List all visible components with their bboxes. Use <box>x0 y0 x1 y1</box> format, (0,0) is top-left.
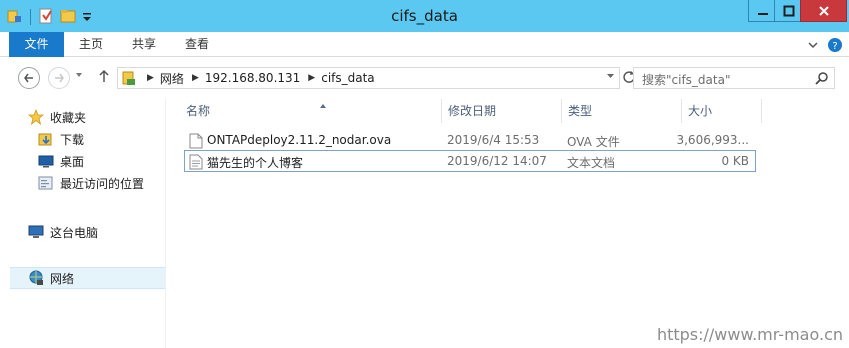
chevron-right-icon[interactable]: ▶ <box>147 73 154 83</box>
arrow-up-icon <box>99 69 109 82</box>
file-type: OVA 文件 <box>567 135 620 149</box>
recent-places-icon <box>38 175 54 191</box>
close-icon <box>818 5 829 16</box>
address-bar[interactable]: ▶ 网络 ▶ 192.168.80.131 ▶ cifs_data <box>117 67 620 89</box>
sidebar-item-desktop[interactable]: 桌面 <box>38 150 165 172</box>
quick-access-toolbar <box>6 6 93 28</box>
file-name: 猫先生的个人博客 <box>207 156 304 170</box>
close-button[interactable] <box>800 0 847 22</box>
sidebar-item-network[interactable]: 网络 <box>10 267 165 289</box>
properties-icon[interactable] <box>37 7 55 28</box>
maximize-icon <box>783 5 795 16</box>
expand-ribbon-icon[interactable] <box>807 39 819 54</box>
chevron-down-icon <box>607 74 614 78</box>
tab-share[interactable]: 共享 <box>121 32 167 57</box>
sidebar-item-label: 收藏夹 <box>50 110 87 125</box>
watermark: https://www.mr-mao.cn <box>656 325 843 344</box>
network-icon <box>28 270 44 286</box>
column-header-type[interactable]: 类型 <box>562 99 682 123</box>
column-header-label: 名称 <box>186 104 211 118</box>
address-history-dropdown[interactable] <box>606 71 615 83</box>
chevron-down-icon <box>76 73 82 77</box>
breadcrumb-host[interactable]: 192.168.80.131 <box>205 71 300 85</box>
title-bar: cifs_data <box>0 0 849 32</box>
sidebar-item-favorites[interactable]: 收藏夹 <box>28 106 165 128</box>
table-row[interactable]: 猫先生的个人博客 2019/6/12 14:07 文本文档 0 KB <box>184 150 756 172</box>
back-button[interactable] <box>18 67 40 89</box>
column-header-date[interactable]: 修改日期 <box>442 99 562 123</box>
recent-locations-dropdown[interactable] <box>75 71 83 81</box>
search-placeholder: 搜索"cifs_data" <box>642 73 731 87</box>
sidebar-item-label: 网络 <box>50 271 75 286</box>
column-header-label: 类型 <box>568 104 593 118</box>
search-input[interactable]: 搜索"cifs_data" <box>633 67 835 89</box>
up-button[interactable] <box>98 69 110 87</box>
sidebar-item-downloads[interactable]: 下载 <box>38 128 165 150</box>
sidebar-item-label: 桌面 <box>60 154 85 169</box>
chevron-right-icon[interactable]: ▶ <box>308 73 315 83</box>
download-folder-icon <box>38 131 54 147</box>
ribbon-tabs: 文件 主页 共享 查看 ? <box>0 32 849 57</box>
folder-properties-icon[interactable] <box>6 7 24 28</box>
sort-ascending-icon <box>319 95 327 119</box>
new-folder-icon[interactable] <box>59 7 77 28</box>
arrow-right-icon <box>55 73 64 83</box>
breadcrumb-network[interactable]: 网络 <box>160 70 184 87</box>
file-size: 3,606,993... <box>676 133 749 147</box>
tab-home[interactable]: 主页 <box>68 32 114 57</box>
sidebar-item-label: 这台电脑 <box>50 225 99 240</box>
svg-text:?: ? <box>832 41 837 52</box>
column-header-label: 修改日期 <box>448 104 497 118</box>
chevron-right-icon[interactable]: ▶ <box>192 73 199 83</box>
file-size: 0 KB <box>721 154 749 168</box>
help-icon[interactable]: ? <box>827 37 843 56</box>
file-name: ONTAPdeploy2.11.2_nodar.ova <box>207 133 392 147</box>
network-location-icon <box>121 69 139 87</box>
computer-icon <box>28 224 44 240</box>
sidebar-item-this-pc[interactable]: 这台电脑 <box>28 221 165 243</box>
arrow-left-icon <box>24 73 33 83</box>
file-date: 2019/6/4 15:53 <box>447 133 540 147</box>
navigation-pane: 收藏夹 下载 桌面 最近访问的位置 这台电脑 网络 <box>0 99 165 348</box>
window-title: cifs_data <box>391 7 458 25</box>
tab-view[interactable]: 查看 <box>174 32 220 57</box>
forward-button[interactable] <box>48 67 70 89</box>
customize-qat-icon[interactable] <box>81 7 93 28</box>
sidebar-item-label: 下载 <box>60 132 85 147</box>
column-header-label: 大小 <box>688 104 713 118</box>
text-document-icon <box>189 154 203 173</box>
explorer-window: cifs_data 文件 主页 共享 查看 ? ▶ 网络 ▶ 192.168.8… <box>0 0 849 348</box>
breadcrumb-share[interactable]: cifs_data <box>321 71 374 85</box>
table-row[interactable]: ONTAPdeploy2.11.2_nodar.ova 2019/6/4 15:… <box>184 129 756 151</box>
navigation-bar: ▶ 网络 ▶ 192.168.80.131 ▶ cifs_data 搜索"cif… <box>0 57 849 99</box>
sidebar-item-recent-places[interactable]: 最近访问的位置 <box>38 172 165 194</box>
qat-separator <box>30 9 31 25</box>
star-icon <box>28 109 44 125</box>
minimize-icon <box>758 12 768 15</box>
sidebar-item-label: 最近访问的位置 <box>60 176 145 191</box>
search-icon[interactable] <box>815 71 829 88</box>
file-date: 2019/6/12 14:07 <box>447 154 547 168</box>
tab-file[interactable]: 文件 <box>9 32 64 57</box>
column-header-name[interactable]: 名称 <box>180 99 442 123</box>
desktop-icon <box>38 153 54 169</box>
file-list: 名称 修改日期 类型 大小 ONTAPdeploy2.11.2_nodar.ov… <box>166 99 849 348</box>
column-header-size[interactable]: 大小 <box>682 99 762 123</box>
ribbon-right-controls: ? <box>807 37 843 56</box>
file-type: 文本文档 <box>567 156 616 170</box>
